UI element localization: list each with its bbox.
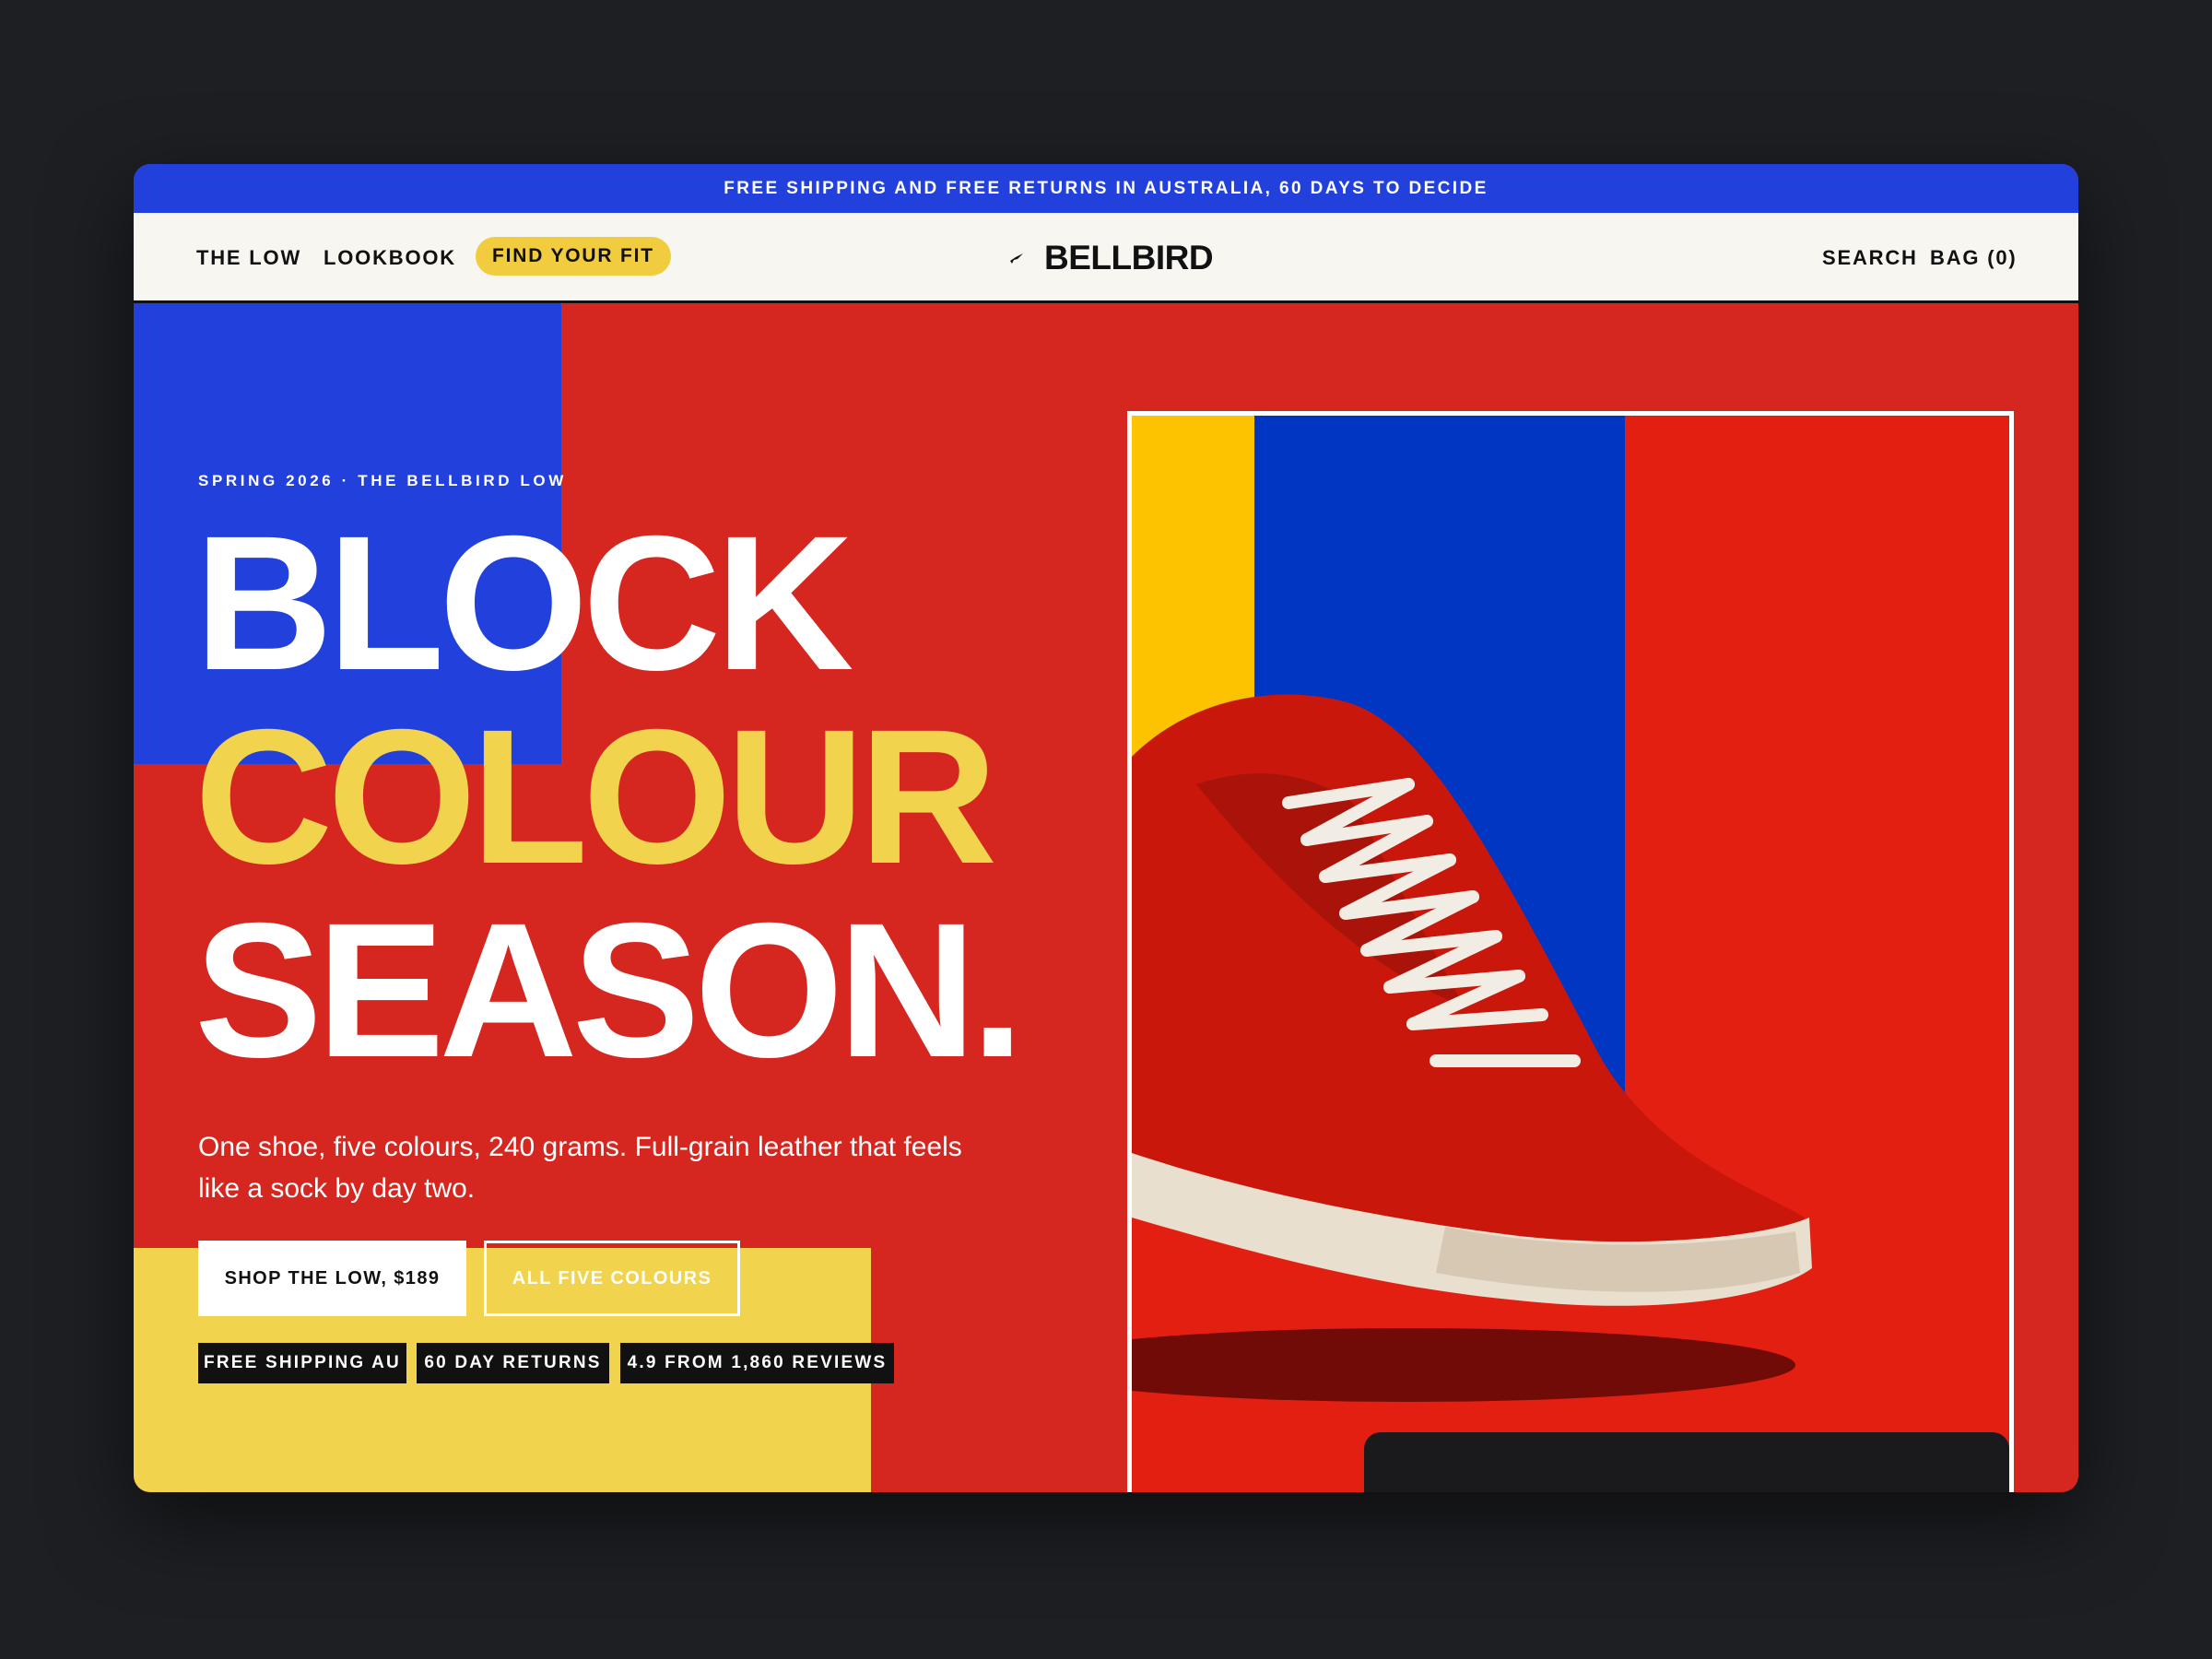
nav-link-lookbook[interactable]: LOOKBOOK <box>324 213 456 303</box>
promo-banner: FREE SHIPPING AND FREE RETURNS IN AUSTRA… <box>134 164 2078 213</box>
badge-returns: 60 DAY RETURNS <box>417 1343 609 1383</box>
badge-free-shipping: FREE SHIPPING AU <box>198 1343 406 1383</box>
nav-link-the-low[interactable]: THE LOW <box>196 213 301 303</box>
brand-logo[interactable]: BELLBIRD <box>1009 213 1214 303</box>
hero-eyebrow: SPRING 2026 · THE BELLBIRD LOW <box>198 472 567 489</box>
headline-line-3: SEASON. <box>194 884 1024 1098</box>
red-sneaker-image <box>1132 416 2009 1492</box>
product-photo <box>1127 411 2014 1492</box>
promo-text: FREE SHIPPING AND FREE RETURNS IN AUSTRA… <box>724 178 1488 198</box>
shop-the-low-button[interactable]: SHOP THE LOW, $189 <box>198 1241 466 1316</box>
brand-name: BELLBIRD <box>1044 239 1214 276</box>
main-nav: THE LOW LOOKBOOK FIND YOUR FIT BELLBIRD … <box>134 213 2078 303</box>
floating-panel <box>1364 1432 2009 1492</box>
find-your-fit-button[interactable]: FIND YOUR FIT <box>476 237 671 276</box>
headline-line-1: BLOCK <box>194 497 853 711</box>
bag-link[interactable]: BAG (0) <box>1930 213 2018 303</box>
search-link[interactable]: SEARCH <box>1822 213 1918 303</box>
all-five-colours-button[interactable]: ALL FIVE COLOURS <box>484 1241 740 1316</box>
badge-reviews: 4.9 FROM 1,860 REVIEWS <box>620 1343 894 1383</box>
bird-icon <box>1010 253 1023 264</box>
hero-section: SPRING 2026 · THE BELLBIRD LOW BLOCK COL… <box>134 303 2078 1492</box>
browser-window: FREE SHIPPING AND FREE RETURNS IN AUSTRA… <box>134 164 2078 1492</box>
hero-subcopy: One shoe, five colours, 240 grams. Full-… <box>198 1132 962 1204</box>
headline-line-2: COLOUR <box>194 690 997 904</box>
